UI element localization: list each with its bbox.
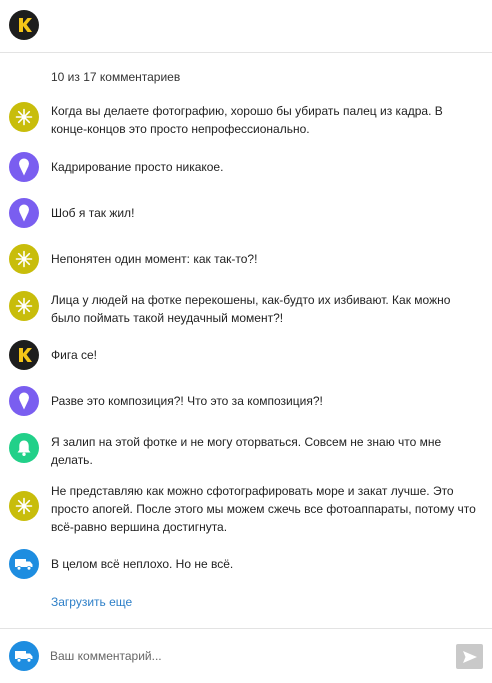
- truck-icon[interactable]: [9, 641, 39, 671]
- snowflake-icon[interactable]: [9, 244, 39, 274]
- load-more-link[interactable]: Загрузить еще: [51, 595, 132, 609]
- comment-text: Когда вы делаете фотографию, хорошо бы у…: [51, 104, 443, 136]
- send-button[interactable]: [456, 644, 483, 669]
- comment-text: Я залип на этой фотке и не могу оторвать…: [51, 435, 442, 467]
- ice-cream-icon[interactable]: [9, 152, 39, 182]
- ice-cream-icon[interactable]: [9, 386, 39, 416]
- truck-icon[interactable]: [9, 549, 39, 579]
- snowflake-icon[interactable]: [9, 102, 39, 132]
- comment-text: Лица у людей на фотке перекошены, как-бу…: [51, 293, 451, 325]
- k-logo-icon[interactable]: [9, 340, 39, 370]
- comment-text: Непонятен один момент: как так-то?!: [51, 252, 258, 266]
- bell-icon[interactable]: [9, 433, 39, 463]
- ice-cream-icon[interactable]: [9, 198, 39, 228]
- comment-text: Шоб я так жил!: [51, 206, 135, 220]
- send-icon: [462, 650, 477, 663]
- comment-input[interactable]: [50, 645, 430, 667]
- comment-text: Не представляю как можно сфотографироват…: [51, 484, 476, 534]
- comment-text: Кадрирование просто никакое.: [51, 160, 224, 174]
- comment-text: Фига се!: [51, 348, 97, 362]
- comment-composer: [0, 628, 492, 683]
- comment-text: В целом всё неплохо. Но не всё.: [51, 557, 234, 571]
- comments-count: 10 из 17 комментариев: [51, 70, 181, 84]
- k-logo-icon[interactable]: [9, 10, 39, 40]
- snowflake-icon[interactable]: [9, 291, 39, 321]
- comment-text: Разве это композиция?! Что это за композ…: [51, 394, 323, 408]
- snowflake-icon[interactable]: [9, 491, 39, 521]
- top-bar: [0, 0, 492, 53]
